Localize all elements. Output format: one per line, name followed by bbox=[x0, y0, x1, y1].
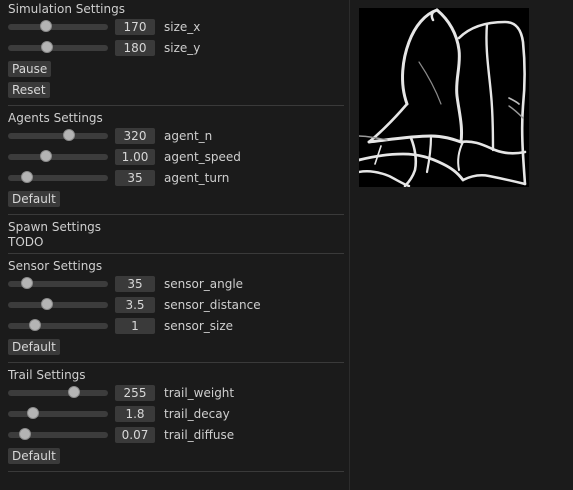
agent-speed-value[interactable]: 1.00 bbox=[115, 149, 155, 165]
slider-knob[interactable] bbox=[21, 277, 33, 289]
trail-diffuse-slider[interactable] bbox=[8, 428, 108, 440]
spawn-placeholder-text: TODO bbox=[8, 235, 44, 249]
slider-track bbox=[8, 302, 108, 308]
sensor-size-slider[interactable] bbox=[8, 319, 108, 331]
sensor-angle-value[interactable]: 35 bbox=[115, 276, 155, 292]
section-title: Trail Settings bbox=[8, 368, 86, 382]
slider-knob[interactable] bbox=[40, 20, 52, 32]
agent-speed-label: agent_speed bbox=[164, 150, 241, 164]
trail-weight-slider[interactable] bbox=[8, 386, 108, 398]
slider-row-sensor-size: 1 sensor_size bbox=[8, 316, 342, 337]
size-y-slider[interactable] bbox=[8, 41, 108, 53]
trail-weight-value[interactable]: 255 bbox=[115, 385, 155, 401]
section-divider bbox=[8, 253, 344, 254]
agent-turn-value[interactable]: 35 bbox=[115, 170, 155, 186]
trail-default-button[interactable]: Default bbox=[8, 448, 60, 464]
slider-track bbox=[8, 411, 108, 417]
reset-button[interactable]: Reset bbox=[8, 82, 50, 98]
slider-row-sensor-distance: 3.5 sensor_distance bbox=[8, 295, 342, 316]
section-title: Sensor Settings bbox=[8, 259, 103, 273]
slider-knob[interactable] bbox=[21, 171, 33, 183]
slider-track bbox=[8, 133, 108, 139]
size-x-slider[interactable] bbox=[8, 20, 108, 32]
trail-decay-value[interactable]: 1.8 bbox=[115, 406, 155, 422]
sensor-angle-slider[interactable] bbox=[8, 277, 108, 289]
section-divider bbox=[8, 105, 344, 106]
simulation-preview bbox=[359, 8, 529, 187]
size-x-value[interactable]: 170 bbox=[115, 19, 155, 35]
sensor-settings-section: Sensor Settings 35 sensor_angle 3.5 sens… bbox=[0, 258, 346, 363]
agent-n-slider[interactable] bbox=[8, 129, 108, 141]
slider-track bbox=[8, 24, 108, 30]
reset-button-row: Reset bbox=[8, 80, 342, 101]
sensor-default-row: Default bbox=[8, 337, 342, 358]
slider-row-size-x: 170 size_x bbox=[8, 17, 342, 38]
section-divider bbox=[8, 214, 344, 215]
sensor-size-value[interactable]: 1 bbox=[115, 318, 155, 334]
slider-row-sensor-angle: 35 sensor_angle bbox=[8, 274, 342, 295]
app-window: Simulation Settings 170 size_x 180 size_… bbox=[0, 0, 573, 490]
sensor-distance-slider[interactable] bbox=[8, 298, 108, 310]
slider-track bbox=[8, 154, 108, 160]
slider-row-trail-weight: 255 trail_weight bbox=[8, 383, 342, 404]
panel-divider bbox=[349, 0, 350, 490]
simulation-preview-image bbox=[359, 8, 529, 187]
size-y-value[interactable]: 180 bbox=[115, 40, 155, 56]
slider-knob[interactable] bbox=[68, 386, 80, 398]
agent-speed-slider[interactable] bbox=[8, 150, 108, 162]
sensor-default-button[interactable]: Default bbox=[8, 339, 60, 355]
slider-knob[interactable] bbox=[41, 41, 53, 53]
trail-decay-slider[interactable] bbox=[8, 407, 108, 419]
trail-default-row: Default bbox=[8, 446, 342, 467]
agent-turn-slider[interactable] bbox=[8, 171, 108, 183]
section-title: Simulation Settings bbox=[8, 2, 125, 16]
pause-button[interactable]: Pause bbox=[8, 61, 52, 77]
slider-track bbox=[8, 323, 108, 329]
preview-panel bbox=[351, 0, 573, 490]
trail-weight-label: trail_weight bbox=[164, 386, 235, 400]
section-divider bbox=[8, 471, 344, 472]
slider-row-agent-n: 320 agent_n bbox=[8, 126, 342, 147]
slider-row-size-y: 180 size_y bbox=[8, 38, 342, 59]
slider-row-agent-turn: 35 agent_turn bbox=[8, 168, 342, 189]
slider-knob[interactable] bbox=[41, 298, 53, 310]
sensor-distance-label: sensor_distance bbox=[164, 298, 261, 312]
agents-default-row: Default bbox=[8, 189, 342, 210]
spawn-settings-section: Spawn Settings TODO bbox=[0, 219, 346, 254]
agents-settings-section: Agents Settings 320 agent_n 1.00 agent_s… bbox=[0, 110, 346, 215]
slider-knob[interactable] bbox=[40, 150, 52, 162]
slider-track bbox=[8, 45, 108, 51]
slider-row-trail-decay: 1.8 trail_decay bbox=[8, 404, 342, 425]
pause-button-row: Pause bbox=[8, 59, 342, 80]
trail-settings-section: Trail Settings 255 trail_weight 1.8 trai… bbox=[0, 367, 346, 472]
sensor-distance-value[interactable]: 3.5 bbox=[115, 297, 155, 313]
trail-decay-label: trail_decay bbox=[164, 407, 230, 421]
section-title: Agents Settings bbox=[8, 111, 103, 125]
slider-track bbox=[8, 390, 108, 396]
size-y-label: size_y bbox=[164, 41, 201, 55]
section-title: Spawn Settings bbox=[8, 220, 102, 234]
size-x-label: size_x bbox=[164, 20, 201, 34]
settings-panel: Simulation Settings 170 size_x 180 size_… bbox=[0, 0, 346, 490]
agent-n-value[interactable]: 320 bbox=[115, 128, 155, 144]
slider-knob[interactable] bbox=[27, 407, 39, 419]
trail-diffuse-label: trail_diffuse bbox=[164, 428, 235, 442]
simulation-settings-section: Simulation Settings 170 size_x 180 size_… bbox=[0, 1, 346, 106]
agent-n-label: agent_n bbox=[164, 129, 213, 143]
slider-knob[interactable] bbox=[19, 428, 31, 440]
agent-turn-label: agent_turn bbox=[164, 171, 230, 185]
agents-default-button[interactable]: Default bbox=[8, 191, 60, 207]
section-divider bbox=[8, 362, 344, 363]
slider-row-trail-diffuse: 0.07 trail_diffuse bbox=[8, 425, 342, 446]
trail-diffuse-value[interactable]: 0.07 bbox=[115, 427, 155, 443]
slider-knob[interactable] bbox=[29, 319, 41, 331]
sensor-angle-label: sensor_angle bbox=[164, 277, 244, 291]
slider-row-agent-speed: 1.00 agent_speed bbox=[8, 147, 342, 168]
sensor-size-label: sensor_size bbox=[164, 319, 234, 333]
slider-knob[interactable] bbox=[63, 129, 75, 141]
